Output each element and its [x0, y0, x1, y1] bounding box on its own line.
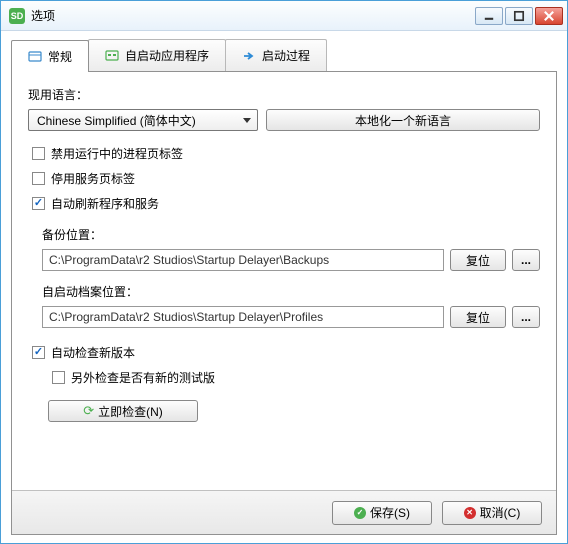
maximize-button[interactable]	[505, 7, 533, 25]
minimize-button[interactable]	[475, 7, 503, 25]
apps-icon	[105, 49, 119, 63]
checkbox-label: 停用服务页标签	[51, 170, 135, 187]
save-label: 保存(S)	[370, 504, 410, 521]
checkbox-disable-running[interactable]	[32, 147, 45, 160]
backup-path-input[interactable]: C:\ProgramData\r2 Studios\Startup Delaye…	[42, 249, 444, 271]
language-label: 现用语言：	[28, 86, 540, 103]
checkbox-label: 另外检查是否有新的测试版	[71, 369, 215, 386]
check-auto-refresh: 自动刷新程序和服务	[28, 195, 540, 212]
profile-reset-button[interactable]: 复位	[450, 306, 506, 328]
cancel-button[interactable]: ✕ 取消(C)	[442, 501, 542, 525]
options-window: SD 选项 常规 自启动应用程序 启动过程 现用语言：	[0, 0, 568, 544]
cancel-label: 取消(C)	[480, 504, 521, 521]
checkbox-beta[interactable]	[52, 371, 65, 384]
ok-icon: ✓	[354, 507, 366, 519]
checkbox-stop-service[interactable]	[32, 172, 45, 185]
profile-label: 自启动档案位置：	[42, 283, 540, 300]
language-row: Chinese Simplified (简体中文) 本地化一个新语言	[28, 109, 540, 131]
content-area: 常规 自启动应用程序 启动过程 现用语言： Chinese Simplified…	[1, 31, 567, 543]
tab-startup-apps[interactable]: 自启动应用程序	[88, 39, 226, 71]
tab-label: 启动过程	[262, 47, 310, 64]
app-icon: SD	[9, 8, 25, 24]
titlebar: SD 选项	[1, 1, 567, 31]
check-stop-service: 停用服务页标签	[28, 170, 540, 187]
checkbox-label: 自动检查新版本	[51, 344, 135, 361]
profile-browse-button[interactable]: ...	[512, 306, 540, 328]
profile-path-input[interactable]: C:\ProgramData\r2 Studios\Startup Delaye…	[42, 306, 444, 328]
arrow-icon	[242, 49, 256, 63]
check-now-button[interactable]: ⟳ 立即检查(N)	[48, 400, 198, 422]
checkbox-label: 禁用运行中的进程页标签	[51, 145, 183, 162]
checkbox-auto-refresh[interactable]	[32, 197, 45, 210]
checkbox-label: 自动刷新程序和服务	[51, 195, 159, 212]
localize-button[interactable]: 本地化一个新语言	[266, 109, 540, 131]
cancel-icon: ✕	[464, 507, 476, 519]
backup-reset-button[interactable]: 复位	[450, 249, 506, 271]
refresh-icon: ⟳	[83, 403, 94, 419]
check-auto-update: 自动检查新版本	[28, 344, 540, 361]
backup-row: C:\ProgramData\r2 Studios\Startup Delaye…	[42, 249, 540, 271]
window-title: 选项	[31, 7, 475, 24]
close-button[interactable]	[535, 7, 563, 25]
profile-row: C:\ProgramData\r2 Studios\Startup Delaye…	[42, 306, 540, 328]
language-select[interactable]: Chinese Simplified (简体中文)	[28, 109, 258, 131]
tab-strip: 常规 自启动应用程序 启动过程	[11, 39, 557, 71]
backup-label: 备份位置：	[42, 226, 540, 243]
checkbox-auto-update[interactable]	[32, 346, 45, 359]
language-selected: Chinese Simplified (简体中文)	[37, 112, 196, 129]
backup-browse-button[interactable]: ...	[512, 249, 540, 271]
check-beta: 另外检查是否有新的测试版	[48, 369, 540, 386]
tab-label: 自启动应用程序	[125, 47, 209, 64]
tab-label: 常规	[48, 48, 72, 65]
tab-startup-process[interactable]: 启动过程	[225, 39, 327, 71]
window-controls	[475, 7, 563, 25]
save-button[interactable]: ✓ 保存(S)	[332, 501, 432, 525]
tab-general[interactable]: 常规	[11, 40, 89, 72]
check-disable-running: 禁用运行中的进程页标签	[28, 145, 540, 162]
check-now-label: 立即检查(N)	[98, 403, 163, 420]
tab-panel-general: 现用语言： Chinese Simplified (简体中文) 本地化一个新语言…	[11, 71, 557, 535]
footer: ✓ 保存(S) ✕ 取消(C)	[12, 490, 556, 534]
general-icon	[28, 50, 42, 64]
